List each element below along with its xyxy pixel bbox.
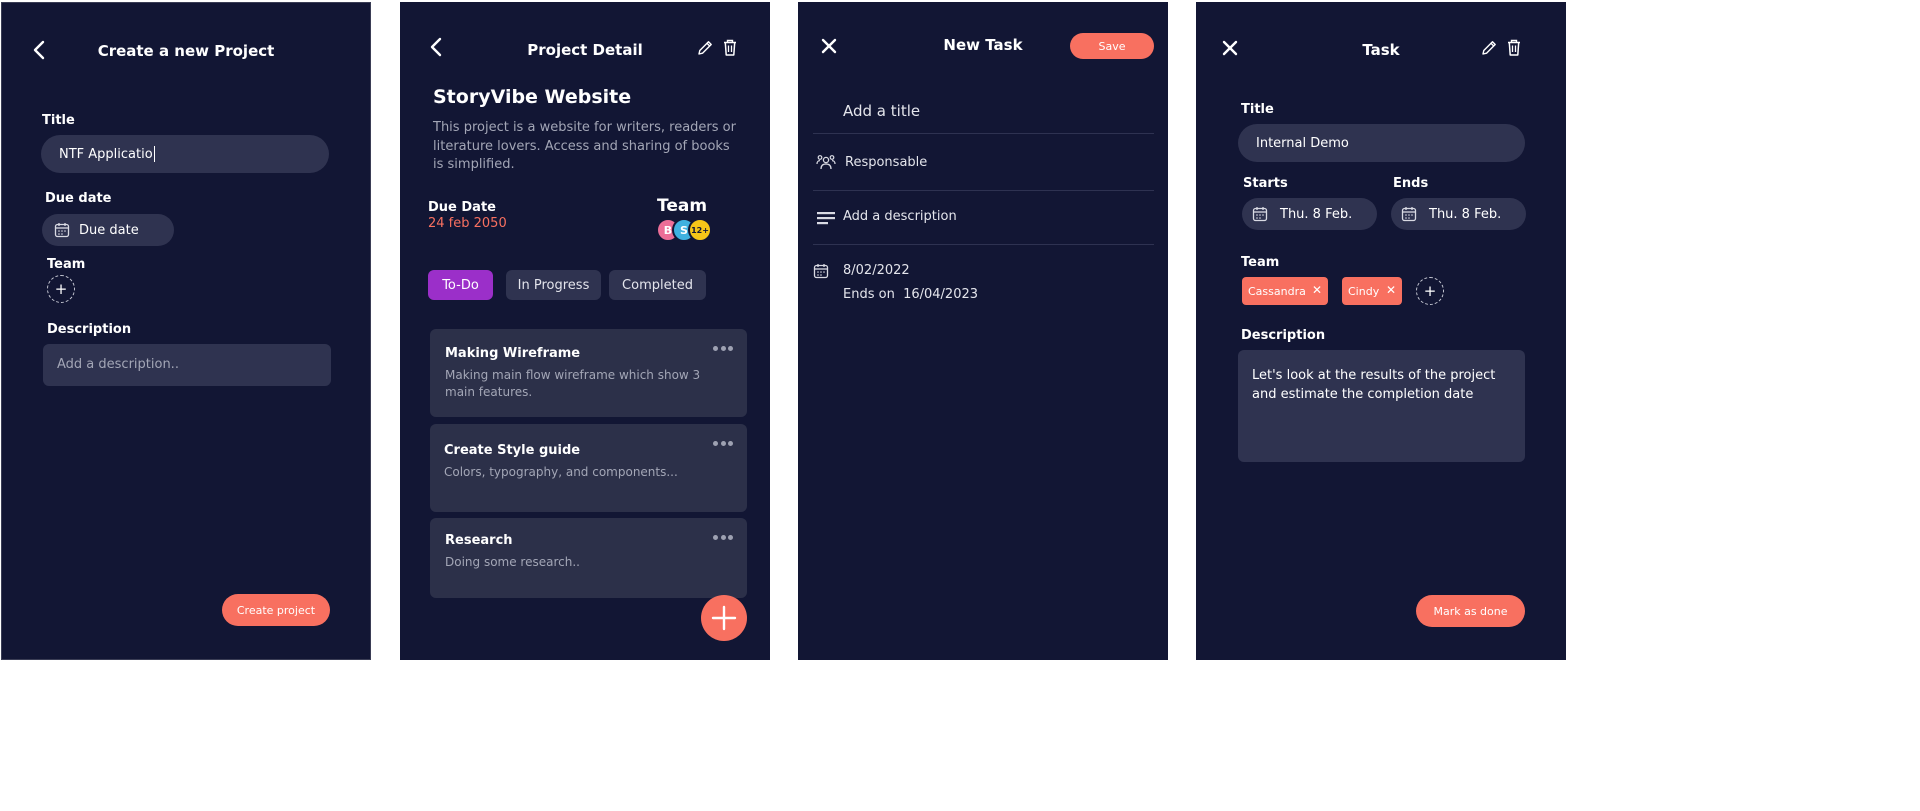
description-label: Description xyxy=(1241,328,1326,343)
task-title: Making Wireframe xyxy=(445,346,581,361)
tab-todo[interactable]: To-Do xyxy=(428,270,493,300)
task-description: Doing some research.. xyxy=(445,555,580,569)
tab-completed[interactable]: Completed xyxy=(609,270,706,300)
calendar-icon xyxy=(54,222,70,238)
due-date-picker[interactable]: Due date xyxy=(42,214,174,246)
save-button[interactable]: Save xyxy=(1070,33,1154,59)
start-date[interactable]: 8/02/2022 xyxy=(843,263,910,278)
task-title: Research xyxy=(445,533,513,548)
divider xyxy=(813,190,1154,191)
add-task-fab[interactable] xyxy=(701,595,747,641)
task-title-input[interactable]: Add a title xyxy=(843,102,920,120)
description-label: Description xyxy=(47,322,132,337)
text-cursor xyxy=(153,146,155,162)
end-date-row[interactable]: Ends on 16/04/2023 xyxy=(843,287,978,302)
trash-icon[interactable] xyxy=(1506,38,1522,57)
pencil-icon[interactable] xyxy=(696,39,714,57)
mark-as-done-button[interactable]: Mark as done xyxy=(1416,595,1525,627)
due-date-placeholder: Due date xyxy=(79,222,139,238)
add-team-member-button[interactable]: + xyxy=(47,275,75,303)
task-description: Making main flow wireframe which show 3 … xyxy=(445,368,701,399)
ends-label: Ends on xyxy=(843,287,895,302)
title-label: Title xyxy=(42,113,75,128)
team-label: Team xyxy=(657,196,708,216)
member-name: Cassandra xyxy=(1248,284,1306,298)
project-description: This project is a website for writers, r… xyxy=(433,120,736,172)
tab-in-progress[interactable]: In Progress xyxy=(506,270,601,300)
plus-icon: + xyxy=(1423,282,1437,300)
project-name: StoryVibe Website xyxy=(433,86,632,108)
task-card[interactable]: Research Doing some research.. xyxy=(430,518,747,598)
team-label: Team xyxy=(1241,255,1280,270)
calendar-icon xyxy=(1401,206,1417,222)
pencil-icon[interactable] xyxy=(1480,39,1498,57)
due-date-value: 24 feb 2050 xyxy=(428,216,507,231)
due-date-label: Due date xyxy=(45,191,112,206)
remove-member-icon[interactable]: ✕ xyxy=(1312,283,1322,297)
task-title: Create Style guide xyxy=(444,443,581,458)
add-team-member-button[interactable]: + xyxy=(1416,277,1444,305)
task-card[interactable]: Making Wireframe Making main flow wirefr… xyxy=(430,329,747,417)
end-date: 16/04/2023 xyxy=(903,287,979,302)
due-date-label: Due Date xyxy=(428,200,496,215)
divider xyxy=(813,244,1154,245)
project-detail-screen: Project Detail StoryVibe Website This pr… xyxy=(400,2,770,660)
task-description: Colors, typography, and components... xyxy=(444,465,678,479)
calendar-icon xyxy=(1252,206,1268,222)
end-date-picker[interactable]: Thu. 8 Feb. xyxy=(1391,198,1526,230)
create-project-screen: Create a new Project Title NTF Applicati… xyxy=(1,2,371,660)
start-date-picker[interactable]: Thu. 8 Feb. xyxy=(1242,198,1377,230)
create-project-button[interactable]: Create project xyxy=(222,594,330,626)
more-dots-icon[interactable] xyxy=(713,440,733,446)
title-input[interactable]: NTF Applicatio xyxy=(41,135,329,173)
more-dots-icon[interactable] xyxy=(713,534,733,540)
member-name: Cindy xyxy=(1348,284,1380,298)
trash-icon[interactable] xyxy=(722,38,738,57)
more-dots-icon[interactable] xyxy=(713,345,733,351)
title-input[interactable]: Internal Demo xyxy=(1238,124,1525,162)
divider xyxy=(813,133,1154,134)
plus-icon xyxy=(711,605,737,631)
title-input-value: NTF Applicatio xyxy=(59,146,153,162)
task-detail-screen: Task Title Internal Demo Starts Thu. 8 F… xyxy=(1196,2,1566,660)
title-label: Title xyxy=(1241,102,1274,117)
people-icon xyxy=(816,153,836,171)
responsable-field[interactable]: Responsable xyxy=(845,155,927,170)
starts-label: Starts xyxy=(1243,176,1288,191)
description-input[interactable]: Let's look at the results of the project… xyxy=(1238,350,1525,462)
plus-icon: + xyxy=(54,280,68,298)
task-card[interactable]: Create Style guide Colors, typography, a… xyxy=(430,424,747,512)
avatar-more-count[interactable]: 12+ xyxy=(688,218,712,242)
end-date-value: Thu. 8 Feb. xyxy=(1429,206,1502,222)
page-title: Create a new Project xyxy=(97,42,275,60)
description-input[interactable]: Add a description.. xyxy=(43,344,331,386)
calendar-icon xyxy=(813,263,829,279)
description-input[interactable]: Add a description xyxy=(843,209,957,224)
ends-label: Ends xyxy=(1393,176,1429,191)
team-member-chip[interactable]: Cindy ✕ xyxy=(1342,277,1402,305)
text-lines-icon xyxy=(817,211,835,225)
new-task-screen: New Task Save Add a title Responsable Ad… xyxy=(798,2,1168,660)
team-label: Team xyxy=(47,257,86,272)
page-title: Project Detail xyxy=(527,41,643,59)
team-member-chip[interactable]: Cassandra ✕ xyxy=(1242,277,1328,305)
remove-member-icon[interactable]: ✕ xyxy=(1386,283,1396,297)
start-date-value: Thu. 8 Feb. xyxy=(1280,206,1353,222)
